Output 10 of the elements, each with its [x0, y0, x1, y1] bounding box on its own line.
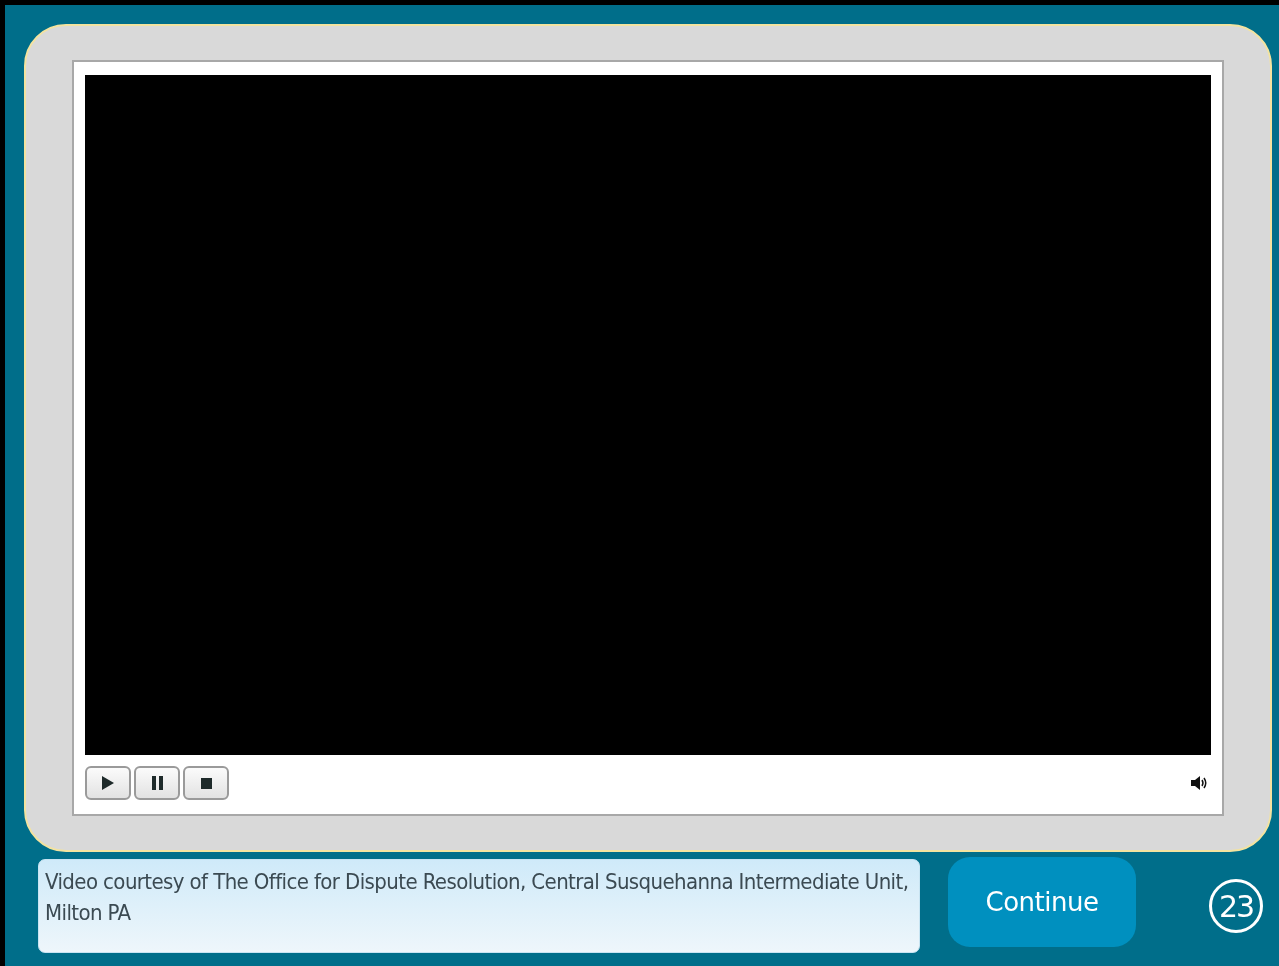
speaker-icon[interactable]: [1191, 775, 1209, 791]
play-button[interactable]: [85, 766, 131, 800]
page-number: 23: [1209, 879, 1263, 933]
stop-button[interactable]: [183, 766, 229, 800]
pause-icon: [151, 776, 163, 790]
stop-icon: [200, 777, 212, 789]
caption-text: Video courtesy of The Office for Dispute Resolution, Central Susquehanna Intermediate Unit, Milton PA: [38, 859, 920, 953]
play-icon: [102, 776, 114, 790]
pause-button[interactable]: [134, 766, 180, 800]
continue-button[interactable]: Continue: [948, 857, 1136, 947]
